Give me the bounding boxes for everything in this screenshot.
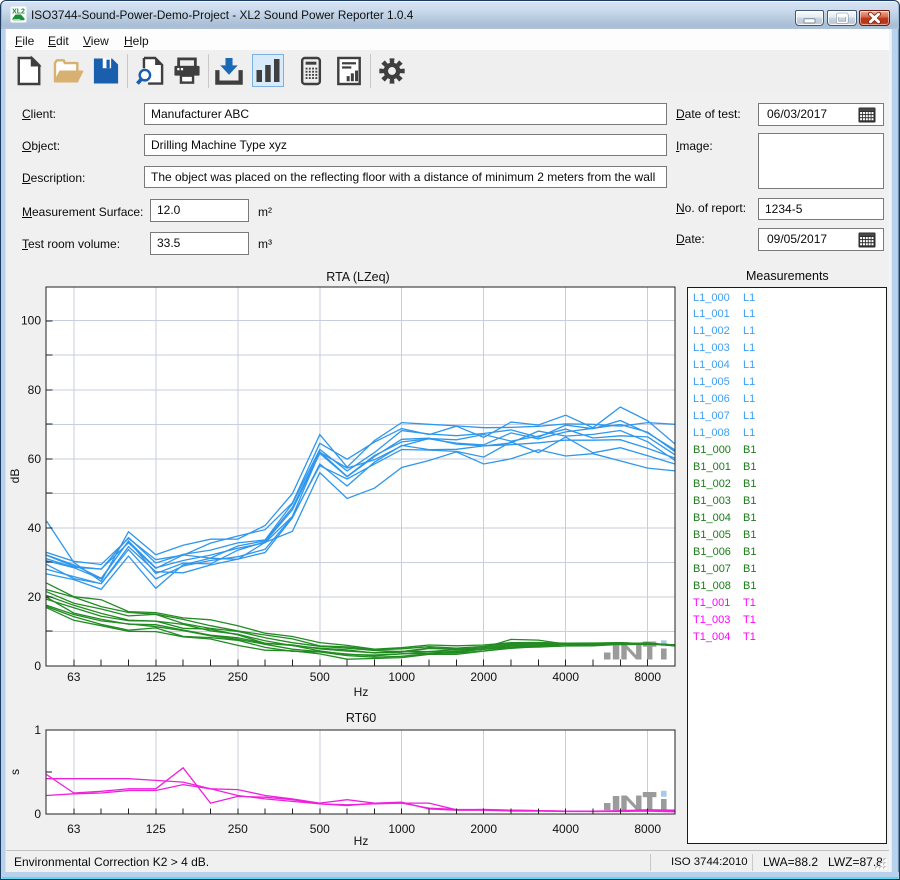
svg-text:63: 63 [67, 670, 81, 684]
svg-text:80: 80 [28, 383, 42, 397]
svg-text:20: 20 [28, 590, 42, 604]
svg-text:40: 40 [28, 521, 42, 535]
svg-text:2000: 2000 [470, 670, 497, 684]
svg-text:4000: 4000 [552, 822, 579, 836]
svg-text:8000: 8000 [634, 670, 661, 684]
svg-text:RT60: RT60 [346, 711, 376, 725]
svg-text:Hz: Hz [354, 685, 369, 699]
svg-text:2000: 2000 [470, 822, 497, 836]
svg-text:63: 63 [67, 822, 81, 836]
svg-text:0: 0 [34, 807, 41, 821]
svg-text:s: s [8, 769, 22, 775]
svg-text:100: 100 [21, 314, 41, 328]
svg-text:60: 60 [28, 452, 42, 466]
svg-text:dB: dB [8, 469, 22, 484]
svg-text:500: 500 [310, 822, 330, 836]
svg-text:125: 125 [146, 670, 166, 684]
svg-text:0: 0 [34, 659, 41, 673]
svg-text:1: 1 [34, 723, 41, 737]
svg-text:250: 250 [228, 822, 248, 836]
svg-text:4000: 4000 [552, 670, 579, 684]
svg-text:125: 125 [146, 822, 166, 836]
svg-text:1000: 1000 [388, 670, 415, 684]
svg-text:XL2: XL2 [12, 9, 25, 16]
svg-text:500: 500 [310, 670, 330, 684]
svg-text:250: 250 [228, 670, 248, 684]
svg-text:8000: 8000 [634, 822, 661, 836]
svg-text:Hz: Hz [354, 834, 369, 848]
svg-text:1000: 1000 [388, 822, 415, 836]
svg-text:RTA (LZeq): RTA (LZeq) [326, 270, 389, 284]
